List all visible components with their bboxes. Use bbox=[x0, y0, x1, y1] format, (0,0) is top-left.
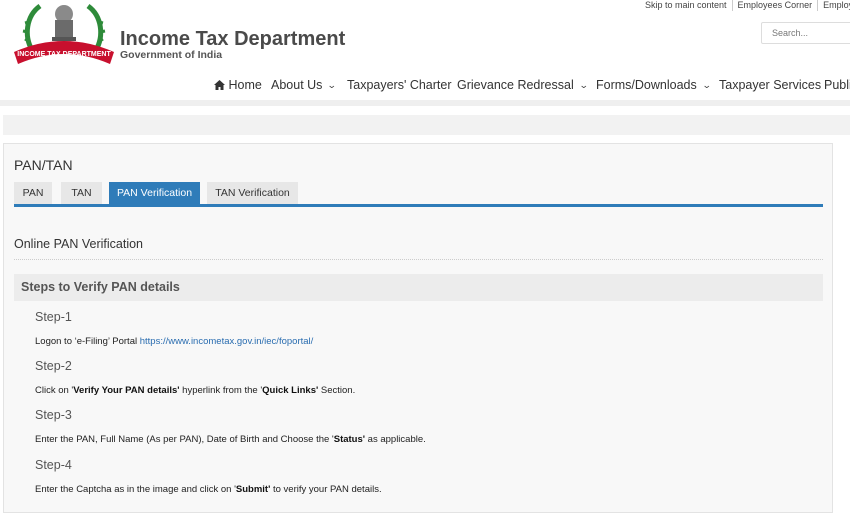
section-title: Online PAN Verification bbox=[14, 237, 143, 251]
step-3-label: Step-3 bbox=[35, 408, 72, 422]
top-links: Skip to main content Employees Corner Empl… bbox=[640, 0, 850, 12]
breadcrumb-bar bbox=[3, 115, 850, 135]
nav-label: Publi bbox=[824, 78, 850, 92]
skip-to-main-link[interactable]: Skip to main content bbox=[640, 0, 733, 11]
tab-pan-verification[interactable]: PAN Verification bbox=[109, 182, 200, 204]
income-tax-logo[interactable]: INCOME TAX DEPARTMENT bbox=[10, 0, 118, 70]
tab-tan[interactable]: TAN bbox=[61, 182, 102, 204]
site-subtitle: Government of India bbox=[120, 49, 223, 61]
nav-grievance-redressal[interactable]: Grievance Redressal ⌄ bbox=[457, 78, 589, 92]
nav-forms-downloads[interactable]: Forms/Downloads ⌄ bbox=[596, 78, 712, 92]
chevron-down-icon: ⌄ bbox=[701, 80, 712, 90]
chevron-down-icon: ⌄ bbox=[327, 80, 338, 90]
steps-header-label: Steps to Verify PAN details bbox=[21, 280, 180, 294]
step-1-label: Step-1 bbox=[35, 310, 72, 324]
nav-label: Forms/Downloads bbox=[596, 78, 697, 92]
step-text-segment: Enter the PAN, Full Name (As per PAN), D… bbox=[35, 434, 334, 445]
search-input[interactable]: Search... bbox=[761, 22, 850, 44]
chevron-down-icon: ⌄ bbox=[578, 80, 589, 90]
step-text-segment: Click on ' bbox=[35, 385, 74, 396]
nav-taxpayer-services[interactable]: Taxpayer Services bbox=[719, 78, 821, 92]
nav-label: Taxpayer Services bbox=[719, 78, 822, 92]
logo-ribbon-text: INCOME TAX DEPARTMENT bbox=[17, 51, 111, 58]
step-2-text: Click on 'Verify Your PAN details' hyper… bbox=[35, 385, 355, 396]
step-text-bold: Submit' bbox=[235, 484, 271, 495]
nav-publications[interactable]: Publi bbox=[824, 78, 850, 92]
step-text-segment: Enter the Captcha as in the image and cl… bbox=[35, 484, 236, 495]
panel-title: PAN/TAN bbox=[14, 157, 73, 173]
nav-about-us[interactable]: About Us ⌄ bbox=[271, 78, 338, 92]
efiling-portal-link[interactable]: https://www.incometax.gov.in/iec/foporta… bbox=[140, 336, 314, 347]
divider bbox=[14, 259, 823, 260]
site-title[interactable]: Income Tax Department bbox=[120, 28, 345, 51]
nav-shadow-bar bbox=[0, 100, 850, 106]
step-4-text: Enter the Captcha as in the image and cl… bbox=[35, 484, 382, 495]
tab-pan[interactable]: PAN bbox=[14, 182, 52, 204]
step-3-text: Enter the PAN, Full Name (As per PAN), D… bbox=[35, 434, 426, 445]
tab-tan-verification[interactable]: TAN Verification bbox=[207, 182, 298, 204]
nav-label: About Us bbox=[271, 78, 323, 92]
employee-link[interactable]: Employee bbox=[818, 0, 850, 11]
step-2-label: Step-2 bbox=[35, 359, 72, 373]
nav-home[interactable]: Home bbox=[214, 78, 262, 92]
step-text-bold: Verify Your PAN details' bbox=[73, 385, 180, 396]
employees-corner-link[interactable]: Employees Corner bbox=[733, 0, 819, 11]
nav-taxpayers-charter[interactable]: Taxpayers' Charter bbox=[347, 78, 452, 92]
step-text-bold: Quick Links' bbox=[262, 385, 319, 396]
site-header: INCOME TAX DEPARTMENT Income Tax Departm… bbox=[0, 0, 850, 73]
step-1-text: Logon to ‘e-Filing’ Portal https://www.i… bbox=[35, 336, 313, 347]
step-text-segment: Section. bbox=[318, 385, 356, 396]
step-text-segment: as applicable. bbox=[365, 434, 426, 445]
step-text-segment: Logon to ‘e-Filing’ Portal bbox=[35, 336, 140, 347]
tab-underline bbox=[14, 204, 823, 207]
nav-label: Grievance Redressal bbox=[457, 78, 574, 92]
main-nav: Home About Us ⌄ Taxpayers' Charter Grieva… bbox=[0, 73, 850, 100]
nav-label: Taxpayers' Charter bbox=[347, 78, 452, 92]
step-text-segment: to verify your PAN details. bbox=[270, 484, 382, 495]
step-4-label: Step-4 bbox=[35, 458, 72, 472]
step-text-segment: hyperlink from the ' bbox=[179, 385, 263, 396]
content-panel: PAN/TAN PAN TAN PAN Verification TAN Ver… bbox=[3, 143, 833, 513]
nav-home-label: Home bbox=[228, 78, 262, 92]
step-text-bold: Status' bbox=[333, 434, 366, 445]
steps-header: Steps to Verify PAN details bbox=[14, 274, 823, 301]
home-icon bbox=[214, 80, 225, 90]
